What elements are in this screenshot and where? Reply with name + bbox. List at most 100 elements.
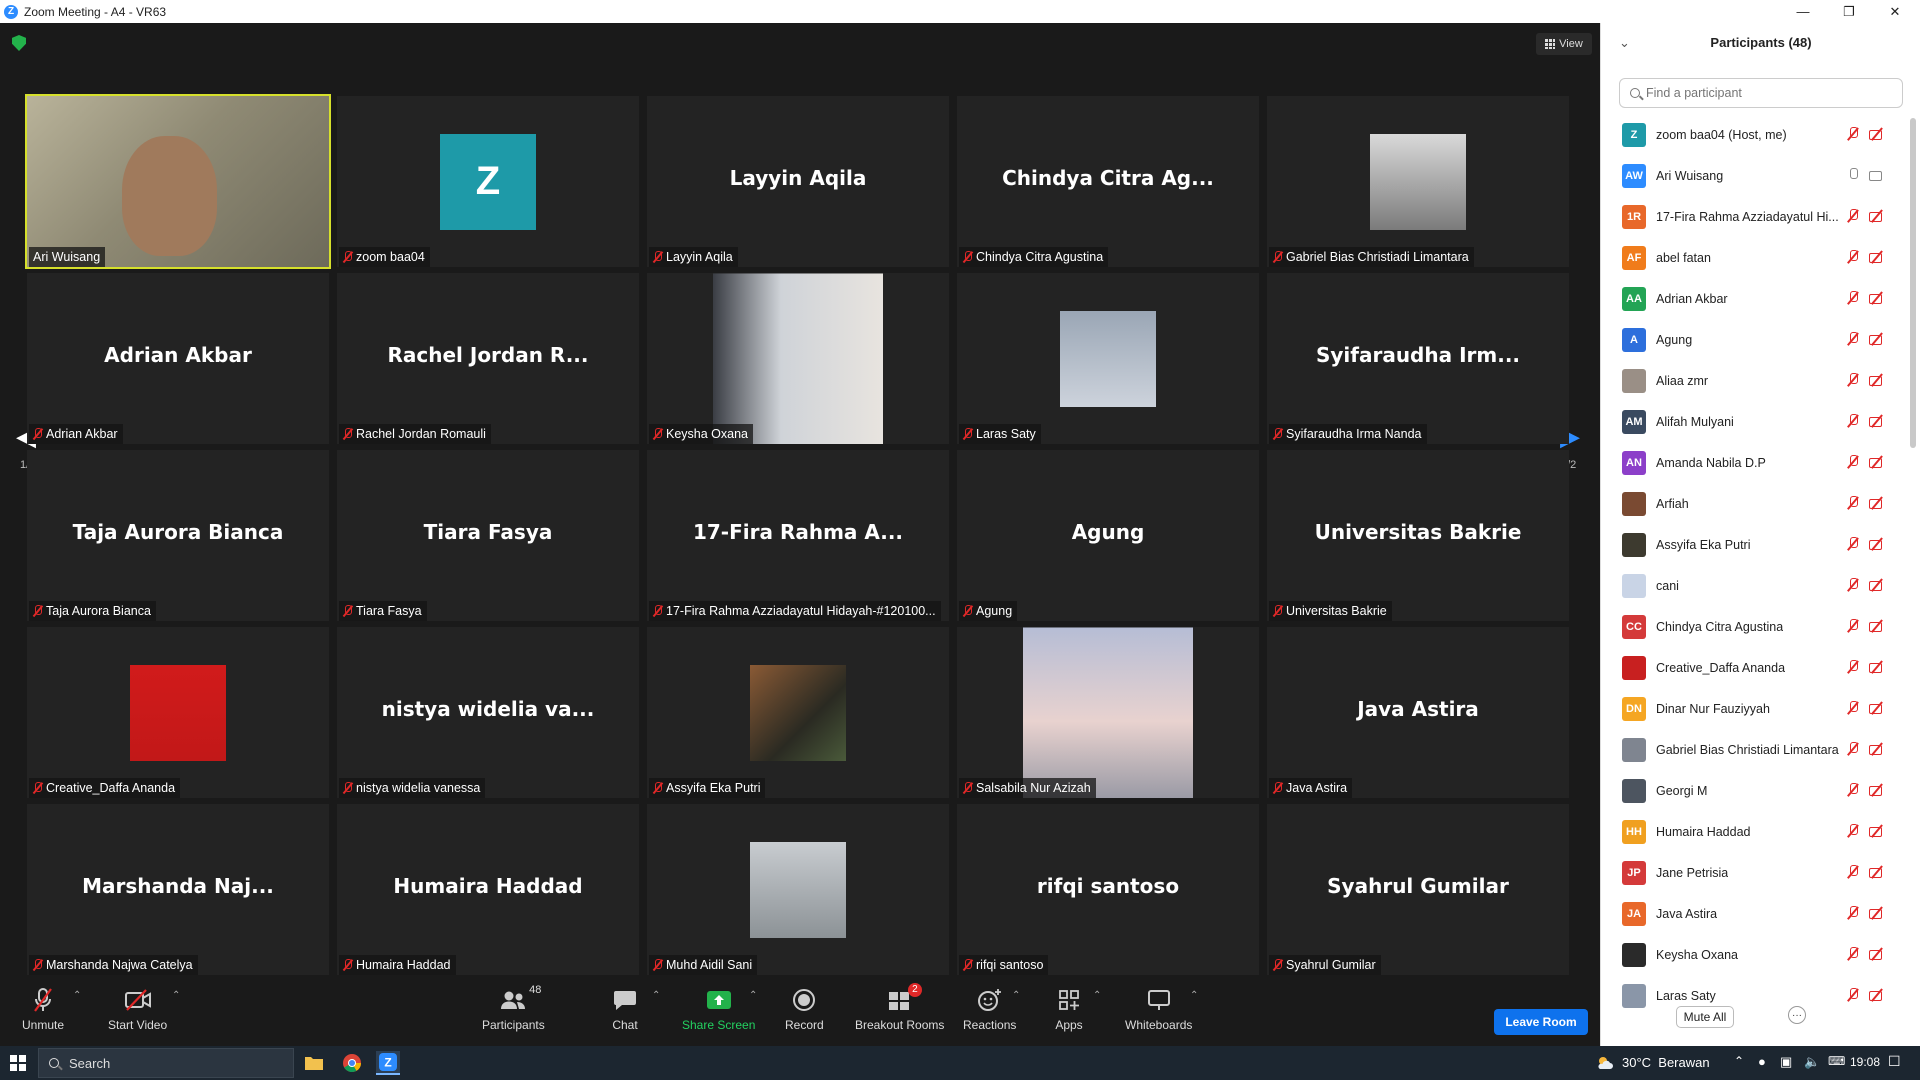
network-tray-icon[interactable]: ▣ — [1780, 1054, 1792, 1070]
mute-all-button[interactable]: Mute All — [1676, 1006, 1734, 1028]
muted-microphone-icon[interactable] — [1847, 209, 1859, 223]
start-video-button[interactable]: Start Video — [108, 986, 167, 1032]
participant-tile[interactable]: Tiara Fasya Tiara Fasya — [337, 450, 639, 621]
participant-tile[interactable]: 17-Fira Rahma A... 17-Fira Rahma Azziaday… — [647, 450, 949, 621]
muted-microphone-icon[interactable] — [1847, 906, 1859, 920]
participant-tile[interactable]: Creative_Daffa Ananda — [27, 627, 329, 798]
camera-off-icon[interactable] — [1869, 455, 1885, 469]
reactions-button[interactable]: Reactions — [963, 986, 1016, 1032]
reactions-options-caret-icon[interactable]: ⌃ — [1012, 990, 1020, 1001]
breakout-rooms-button[interactable]: 2 Breakout Rooms — [855, 983, 944, 1032]
participant-row[interactable]: AA Adrian Akbar — [1601, 278, 1911, 319]
camera-off-icon[interactable] — [1869, 127, 1885, 141]
leave-room-button[interactable]: Leave Room — [1494, 1009, 1588, 1035]
participant-row[interactable]: AN Amanda Nabila D.P — [1601, 442, 1911, 483]
clock-time[interactable]: 19:08 — [1850, 1055, 1880, 1069]
unmute-button[interactable]: Unmute — [22, 986, 64, 1032]
input-language-tray-icon[interactable]: ⌨ — [1828, 1054, 1845, 1068]
participant-tile[interactable]: Marshanda Naj... Marshanda Najwa Catelya — [27, 804, 329, 975]
muted-microphone-icon[interactable] — [1847, 291, 1859, 305]
camera-off-icon[interactable] — [1869, 373, 1885, 387]
participant-tile[interactable]: Keysha Oxana — [647, 273, 949, 444]
muted-microphone-icon[interactable] — [1847, 988, 1859, 1002]
participant-row[interactable]: JP Jane Petrisia — [1601, 852, 1911, 893]
participant-row[interactable]: 1R 17-Fira Rahma Azziadayatul Hi... — [1601, 196, 1911, 237]
share-options-caret-icon[interactable]: ⌃ — [749, 990, 757, 1001]
microphone-tray-icon[interactable]: ● — [1758, 1054, 1766, 1069]
muted-microphone-icon[interactable] — [1847, 496, 1859, 510]
participant-row[interactable]: Assyifa Eka Putri — [1601, 524, 1911, 565]
camera-off-icon[interactable] — [1869, 906, 1885, 920]
camera-off-icon[interactable] — [1869, 824, 1885, 838]
apps-options-caret-icon[interactable]: ⌃ — [1093, 990, 1101, 1001]
minimize-button[interactable]: — — [1780, 0, 1826, 23]
participant-search-box[interactable] — [1619, 78, 1903, 108]
participant-tile[interactable]: Muhd Aidil Sani — [647, 804, 949, 975]
zoom-taskbar-icon[interactable]: Z — [376, 1051, 400, 1075]
participant-list-scrollbar[interactable] — [1910, 118, 1916, 448]
share-screen-button[interactable]: Share Screen — [682, 986, 755, 1032]
participant-tile[interactable]: Syifaraudha Irm... Syifaraudha Irma Nanda — [1267, 273, 1569, 444]
muted-microphone-icon[interactable] — [1847, 742, 1859, 756]
participant-row[interactable]: cani — [1601, 565, 1911, 606]
participant-row[interactable]: JA Java Astira — [1601, 893, 1911, 934]
participant-tile[interactable]: Universitas Bakrie Universitas Bakrie — [1267, 450, 1569, 621]
muted-microphone-icon[interactable] — [1847, 537, 1859, 551]
apps-button[interactable]: Apps — [1055, 986, 1083, 1032]
participant-tile[interactable]: Agung Agung — [957, 450, 1259, 621]
participant-tile[interactable]: Humaira Haddad Humaira Haddad — [337, 804, 639, 975]
participant-tile[interactable]: Rachel Jordan R... Rachel Jordan Romauli — [337, 273, 639, 444]
encryption-shield-icon[interactable] — [12, 35, 26, 51]
file-explorer-icon[interactable] — [302, 1051, 326, 1075]
participant-tile[interactable]: rifqi santoso rifqi santoso — [957, 804, 1259, 975]
participants-button[interactable]: 48 Participants — [482, 984, 545, 1032]
muted-microphone-icon[interactable] — [1847, 332, 1859, 346]
muted-microphone-icon[interactable] — [1847, 414, 1859, 428]
participant-tile[interactable]: Java Astira Java Astira — [1267, 627, 1569, 798]
view-button[interactable]: View — [1536, 33, 1592, 55]
close-button[interactable]: ✕ — [1872, 0, 1918, 23]
participant-search-input[interactable] — [1646, 86, 1886, 100]
camera-off-icon[interactable] — [1869, 701, 1885, 715]
camera-off-icon[interactable] — [1869, 947, 1885, 961]
participant-tile[interactable]: Syahrul Gumilar Syahrul Gumilar — [1267, 804, 1569, 975]
camera-off-icon[interactable] — [1869, 496, 1885, 510]
participant-tile[interactable]: Layyin Aqila Layyin Aqila — [647, 96, 949, 267]
record-button[interactable]: Record — [785, 986, 824, 1032]
camera-off-icon[interactable] — [1869, 783, 1885, 797]
restore-button[interactable]: ❐ — [1826, 0, 1872, 23]
participant-row[interactable]: Aliaa zmr — [1601, 360, 1911, 401]
muted-microphone-icon[interactable] — [1847, 127, 1859, 141]
whiteboards-button[interactable]: Whiteboards — [1125, 986, 1192, 1032]
participant-row[interactable]: AM Alifah Mulyani — [1601, 401, 1911, 442]
microphone-icon[interactable] — [1847, 168, 1859, 182]
muted-microphone-icon[interactable] — [1847, 865, 1859, 879]
camera-off-icon[interactable] — [1869, 332, 1885, 346]
video-options-caret-icon[interactable]: ⌃ — [172, 990, 180, 1001]
participant-row[interactable]: Georgi M — [1601, 770, 1911, 811]
taskbar-search-box[interactable]: Search — [38, 1048, 294, 1078]
participant-tile[interactable]: Adrian Akbar Adrian Akbar — [27, 273, 329, 444]
participant-row[interactable]: HH Humaira Haddad — [1601, 811, 1911, 852]
camera-off-icon[interactable] — [1869, 414, 1885, 428]
camera-icon[interactable] — [1869, 168, 1885, 182]
participant-tile[interactable]: Assyifa Eka Putri — [647, 627, 949, 798]
participant-row[interactable]: AW Ari Wuisang — [1601, 155, 1911, 196]
chat-button[interactable]: Chat — [611, 986, 639, 1032]
participant-tile[interactable]: Chindya Citra Ag... Chindya Citra Agustin… — [957, 96, 1259, 267]
notifications-icon[interactable]: ☐ — [1888, 1053, 1901, 1070]
more-options-button[interactable]: ··· — [1788, 1006, 1806, 1024]
participant-row[interactable]: DN Dinar Nur Fauziyyah — [1601, 688, 1911, 729]
muted-microphone-icon[interactable] — [1847, 250, 1859, 264]
participant-row[interactable]: Zzoom baa04 (Host, me) — [1601, 114, 1911, 155]
muted-microphone-icon[interactable] — [1847, 701, 1859, 715]
participant-row[interactable]: Keysha Oxana — [1601, 934, 1911, 975]
participant-row[interactable]: A Agung — [1601, 319, 1911, 360]
participant-tile[interactable]: nistya widelia va... nistya widelia vanes… — [337, 627, 639, 798]
camera-off-icon[interactable] — [1869, 250, 1885, 264]
camera-off-icon[interactable] — [1869, 865, 1885, 879]
camera-off-icon[interactable] — [1869, 660, 1885, 674]
participant-list[interactable]: Zzoom baa04 (Host, me) AW Ari Wuisang 1R 17-… — [1601, 114, 1911, 1024]
camera-off-icon[interactable] — [1869, 209, 1885, 223]
camera-off-icon[interactable] — [1869, 619, 1885, 633]
